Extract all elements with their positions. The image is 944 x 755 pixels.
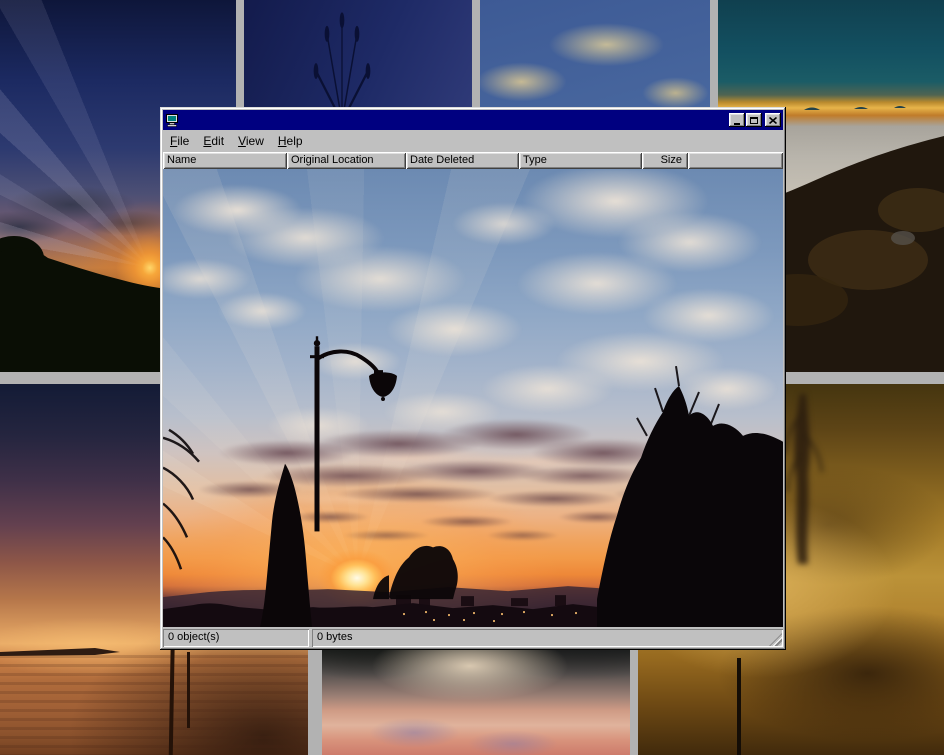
maximize-button[interactable] [746,113,762,127]
column-header-type[interactable]: Type [519,152,642,169]
maximize-icon [750,117,758,124]
status-bar: 0 object(s) 0 bytes [163,629,783,647]
column-header-name[interactable]: Name [163,152,287,169]
menu-file-label: ile [177,134,189,148]
status-size-text: 0 bytes [317,631,352,643]
menu-bar: File Edit View Help [163,131,783,152]
close-button[interactable] [765,113,781,127]
desktop[interactable]: File Edit View Help Name Original Locati… [0,0,944,755]
status-size: 0 bytes [312,629,783,647]
column-header-filler[interactable] [688,152,783,169]
close-icon [769,117,777,124]
column-header-date-deleted[interactable]: Date Deleted [406,152,519,169]
column-header-original-location[interactable]: Original Location [287,152,406,169]
column-header-row: Name Original Location Date Deleted Type… [163,152,783,169]
minimize-icon [734,123,740,125]
bush-silhouette [373,575,389,599]
status-object-count: 0 object(s) [163,629,309,647]
resize-grip[interactable] [769,633,782,646]
streetlamp-silhouette [310,336,397,531]
column-header-size[interactable]: Size [642,152,688,169]
left-branches-silhouette [163,430,199,569]
minimize-button[interactable] [729,113,745,127]
title-bar[interactable] [163,110,783,130]
list-view-sunset-photo[interactable] [163,169,783,627]
menu-item-edit[interactable]: Edit [196,132,231,151]
silhouettes [163,169,783,627]
menu-help-label: elp [287,134,303,148]
menu-item-file[interactable]: File [163,132,196,151]
recycle-bin-window: File Edit View Help Name Original Locati… [160,107,786,650]
computer-icon [165,113,181,127]
right-trees-silhouette [597,366,783,627]
menu-edit-label: dit [211,134,224,148]
bush-silhouette [389,546,458,599]
menu-help-accesskey: H [278,134,287,148]
menu-item-view[interactable]: View [231,132,271,151]
menu-item-help[interactable]: Help [271,132,310,151]
menu-view-label: iew [246,134,264,148]
menu-view-accesskey: V [238,134,246,148]
cypress-silhouette [260,464,312,627]
